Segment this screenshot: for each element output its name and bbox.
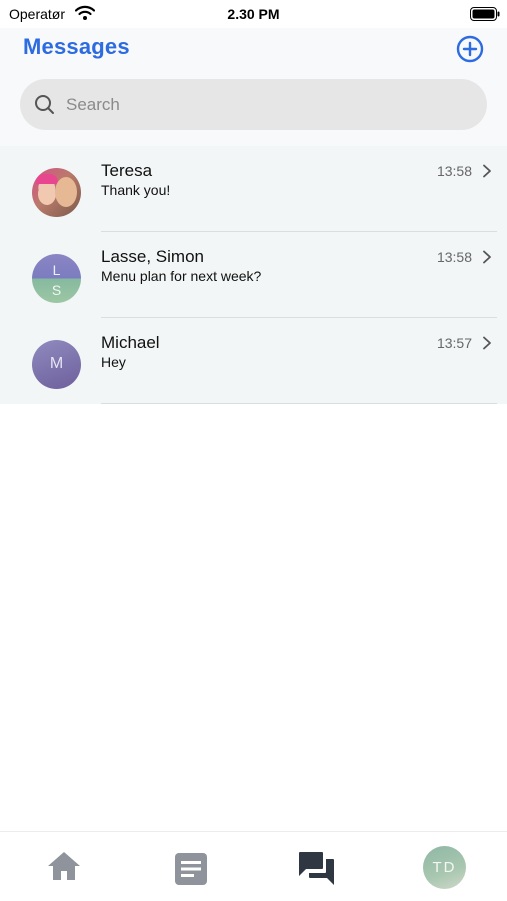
search-bar[interactable]: [20, 79, 487, 130]
chevron-right-icon: [483, 164, 491, 178]
conversation-preview: Thank you!: [101, 182, 171, 198]
battery-icon: [470, 7, 500, 21]
conversation-preview: Hey: [101, 354, 126, 370]
conversation-sender: Teresa: [101, 161, 153, 180]
avatar: [32, 168, 81, 217]
avatar-initial: L: [52, 262, 61, 278]
tab-profile[interactable]: TD: [410, 832, 480, 901]
page-title: Messages: [23, 34, 130, 59]
conversation-row[interactable]: Teresa Thank you! 13:58: [0, 146, 507, 232]
chat-icon: [299, 852, 334, 885]
avatar: M: [32, 340, 81, 389]
status-bar: Operatør 2.30 PM: [0, 0, 507, 28]
profile-avatar: TD: [423, 846, 466, 889]
status-time: 2.30 PM: [227, 6, 280, 22]
avatar-initial: M: [49, 355, 64, 372]
conversation-time: 13:57: [436, 335, 472, 351]
search-input[interactable]: [66, 79, 466, 130]
conversation-sender: Michael: [101, 333, 160, 352]
conversation-sender: Lasse, Simon: [101, 247, 204, 266]
home-icon: [48, 852, 80, 880]
tab-bar: TD: [0, 831, 507, 901]
chevron-right-icon: [483, 336, 491, 350]
conversation-preview: Menu plan for next week?: [101, 268, 262, 284]
conversation-time: 13:58: [436, 249, 472, 265]
document-icon: [175, 853, 207, 885]
row-divider: [101, 403, 497, 404]
tab-home[interactable]: [30, 832, 96, 901]
compose-button[interactable]: [456, 35, 484, 63]
chevron-right-icon: [483, 250, 491, 264]
avatar-initial: S: [51, 282, 62, 298]
header: Messages: [0, 28, 507, 146]
avatar: L S: [32, 254, 81, 303]
tab-messages[interactable]: [284, 832, 350, 901]
conversation-row[interactable]: M Michael Hey 13:57: [0, 318, 507, 404]
conversation-time: 13:58: [436, 163, 472, 179]
search-icon: [35, 95, 54, 114]
tab-documents[interactable]: [158, 832, 224, 901]
conversation-list: Teresa Thank you! 13:58 L S Lasse, Simon…: [0, 146, 507, 404]
conversation-row[interactable]: L S Lasse, Simon Menu plan for next week…: [0, 232, 507, 318]
